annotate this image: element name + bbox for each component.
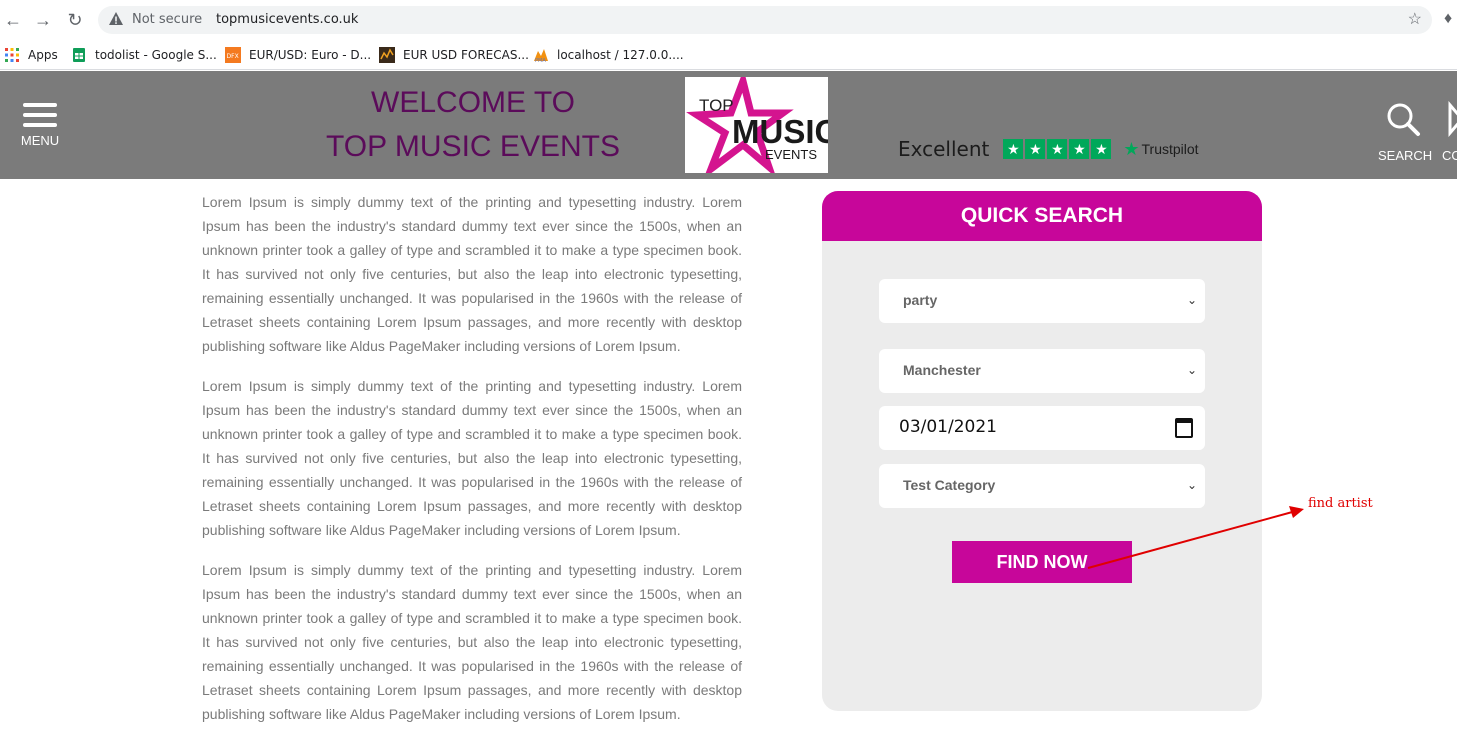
url-text[interactable]: topmusicevents.co.uk (216, 12, 358, 27)
category-value: Test Category (903, 477, 996, 493)
category-select[interactable]: Test Category ⌄ (879, 464, 1205, 508)
body-paragraph: Lorem Ipsum is simply dummy text of the … (202, 562, 742, 722)
header-cut-button[interactable]: CO (1442, 101, 1457, 163)
bookmark-label: EUR/USD: Euro - D... (249, 48, 372, 62)
trustpilot-rating-word: Excellent (898, 137, 990, 161)
date-value: 03/01/2021 (899, 417, 997, 437)
trustpilot-star-icon: ★ (1123, 138, 1140, 159)
calendar-icon[interactable] (1175, 418, 1193, 438)
bookmark-label: Apps (28, 48, 58, 62)
chevron-down-icon: ⌄ (1186, 363, 1197, 377)
warning-icon (109, 12, 123, 25)
chevron-down-icon: ⌄ (1186, 478, 1197, 492)
event-type-value: party (903, 292, 938, 308)
bookmarks-bar: Apps todolist - Google S... DFX EUR/USD:… (0, 40, 1457, 70)
chevron-down-icon: ⌄ (1186, 293, 1197, 307)
star-icon: ★ (1003, 139, 1024, 159)
svg-text:PMA: PMA (535, 58, 546, 63)
reload-icon[interactable]: ↻ (64, 9, 86, 31)
svg-text:DFX: DFX (227, 53, 239, 60)
forward-arrow-icon[interactable]: → (32, 9, 54, 31)
body-paragraph: Lorem Ipsum is simply dummy text of the … (202, 194, 742, 354)
search-icon (1387, 103, 1420, 136)
back-arrow-icon[interactable]: ← (2, 9, 24, 31)
hamburger-bar (23, 113, 57, 117)
bookmark-eurusd[interactable]: DFX EUR/USD: Euro - D... (225, 44, 371, 66)
find-now-button[interactable]: FIND NOW (952, 541, 1132, 583)
hamburger-bar (23, 123, 57, 127)
star-icon: ★ (1091, 139, 1112, 159)
extensions-icon[interactable]: ♦ (1444, 10, 1452, 28)
logo-music-text: MUSIC (732, 113, 828, 150)
star-icon: ★ (1047, 139, 1068, 159)
bookmark-label: EUR USD FORECAS... (403, 48, 529, 62)
trustpilot-widget[interactable]: Excellent ★ ★ ★ ★ ★ ★ Trustpilot (898, 137, 1199, 161)
security-label: Not secure (132, 12, 203, 27)
welcome-heading: WELCOME TO TOP MUSIC EVENTS (320, 81, 626, 169)
trustpilot-brand-label: Trustpilot (1141, 141, 1199, 157)
bookmark-localhost[interactable]: PMA localhost / 127.0.0.... (533, 44, 684, 66)
bookmark-eurusd-forecast[interactable]: EUR USD FORECAS... (379, 44, 529, 66)
apps-grid-icon (5, 48, 19, 62)
event-type-select[interactable]: party ⌄ (879, 279, 1205, 323)
logo-top-text: TOP (699, 96, 734, 115)
browser-toolbar: ← → ↻ Not secure topmusicevents.co.uk ☆ … (0, 0, 1457, 40)
star-icon: ★ (1069, 139, 1090, 159)
search-label: SEARCH (1378, 148, 1433, 163)
play-icon (1448, 101, 1457, 138)
site-logo[interactable]: TOP MUSIC EVENTS (685, 69, 838, 180)
bookmark-apps[interactable]: Apps (4, 44, 58, 66)
bookmark-todolist[interactable]: todolist - Google S... (71, 44, 217, 66)
menu-button[interactable]: MENU (20, 103, 60, 153)
body-paragraph: Lorem Ipsum is simply dummy text of the … (202, 378, 742, 538)
menu-label: MENU (20, 133, 60, 148)
dfx-icon: DFX (225, 47, 241, 63)
bookmark-label: todolist - Google S... (95, 48, 217, 62)
address-bar[interactable]: Not secure topmusicevents.co.uk ☆ (98, 6, 1432, 34)
location-select[interactable]: Manchester ⌄ (879, 349, 1205, 393)
annotation-label: find artist (1308, 496, 1373, 511)
hamburger-icon (23, 103, 57, 107)
bookmark-label: localhost / 127.0.0.... (557, 48, 684, 62)
phpmyadmin-icon: PMA (534, 49, 548, 63)
cut-label: CO (1442, 148, 1457, 163)
star-logo-icon: TOP MUSIC EVENTS (686, 69, 838, 180)
chart-icon (379, 47, 395, 63)
welcome-line-2: TOP MUSIC EVENTS (326, 130, 620, 163)
star-icon: ★ (1025, 139, 1046, 159)
quick-search-title: QUICK SEARCH (822, 191, 1262, 241)
logo-events-text: EVENTS (765, 147, 817, 162)
google-sheets-icon (73, 48, 85, 62)
quick-search-panel: QUICK SEARCH party ⌄ Manchester ⌄ 03/01/… (822, 191, 1262, 711)
welcome-line-1: WELCOME TO (371, 86, 575, 119)
bookmark-star-icon[interactable]: ☆ (1408, 9, 1422, 29)
trustpilot-stars: ★ ★ ★ ★ ★ (1003, 139, 1113, 159)
location-value: Manchester (903, 362, 981, 378)
header-search-button[interactable]: SEARCH (1378, 101, 1433, 163)
site-header: MENU WELCOME TO TOP MUSIC EVENTS TOP MUS… (0, 69, 1457, 180)
date-input[interactable]: 03/01/2021 (879, 406, 1205, 450)
trustpilot-brand: ★ Trustpilot (1123, 139, 1198, 160)
